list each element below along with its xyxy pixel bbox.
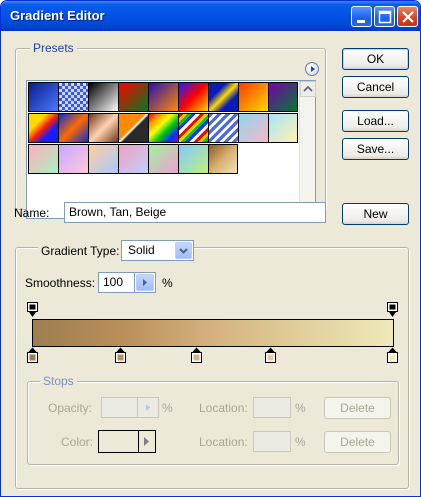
close-icon xyxy=(402,11,414,23)
opacity-unit: % xyxy=(162,401,173,415)
color-stop-icon xyxy=(387,347,398,363)
color-stop-icon xyxy=(115,347,126,363)
color-stop[interactable] xyxy=(191,347,202,366)
color-location-label: Location: xyxy=(199,435,248,449)
gradient-type-select[interactable]: Solid xyxy=(121,240,194,261)
opacity-label: Opacity: xyxy=(48,401,93,415)
color-stop[interactable] xyxy=(27,347,38,366)
preset-swatch[interactable] xyxy=(268,82,298,112)
play-arrow-icon xyxy=(144,437,149,446)
preset-swatch[interactable] xyxy=(58,113,88,143)
preset-swatch[interactable] xyxy=(178,113,208,143)
gradient-type-value: Solid xyxy=(128,243,155,257)
smoothness-unit: % xyxy=(162,276,173,290)
preset-swatch[interactable] xyxy=(208,144,238,174)
smoothness-input[interactable]: 100 xyxy=(98,272,135,293)
presets-scrollbar[interactable] xyxy=(299,81,316,218)
preset-swatch[interactable] xyxy=(28,82,58,112)
preset-swatch[interactable] xyxy=(238,113,268,143)
opacity-stop-icon xyxy=(27,302,38,317)
window-title: Gradient Editor xyxy=(10,8,105,23)
preset-swatch[interactable] xyxy=(58,82,88,112)
opacity-slider-button[interactable] xyxy=(137,397,159,418)
color-location-unit: % xyxy=(295,435,306,449)
maximize-icon xyxy=(378,10,392,24)
preset-swatch[interactable] xyxy=(238,82,268,112)
color-menu-button[interactable] xyxy=(138,431,155,452)
preset-swatch[interactable] xyxy=(148,82,178,112)
opacity-location-label: Location: xyxy=(199,401,248,415)
preset-swatch[interactable] xyxy=(88,82,118,112)
close-button[interactable] xyxy=(397,6,418,27)
name-label: Name: xyxy=(14,206,50,220)
save-button[interactable]: Save... xyxy=(342,138,409,160)
opacity-stop-icon xyxy=(387,302,398,317)
opacity-input[interactable] xyxy=(101,397,138,418)
preset-swatch[interactable] xyxy=(88,144,118,174)
preset-swatch[interactable] xyxy=(118,144,148,174)
preset-swatch[interactable] xyxy=(208,113,238,143)
presets-group: Presets xyxy=(15,41,326,219)
preset-swatch[interactable] xyxy=(208,82,238,112)
preset-swatch[interactable] xyxy=(178,82,208,112)
load-button[interactable]: Load... xyxy=(342,110,409,132)
preset-swatch[interactable] xyxy=(268,113,298,143)
color-delete-button[interactable]: Delete xyxy=(324,431,391,453)
gradient-type-label: Gradient Type: xyxy=(38,244,123,258)
presets-title: Presets xyxy=(30,41,77,55)
color-stop[interactable] xyxy=(387,347,398,366)
chevron-down-icon xyxy=(179,248,188,254)
color-stop-swatch[interactable] xyxy=(98,430,156,453)
smoothness-slider-button[interactable] xyxy=(134,272,156,293)
smoothness-label: Smoothness: xyxy=(25,276,96,290)
preset-swatch[interactable] xyxy=(28,144,58,174)
preset-swatch[interactable] xyxy=(118,113,148,143)
arrow-up-icon xyxy=(303,85,313,92)
preset-swatch[interactable] xyxy=(148,113,178,143)
gradient-editor-window: Gradient Editor Presets OK Cancel Load..… xyxy=(0,0,421,497)
cancel-button[interactable]: Cancel xyxy=(342,76,409,98)
preset-swatch[interactable] xyxy=(178,144,208,174)
play-arrow-icon xyxy=(146,404,150,411)
ok-button[interactable]: OK xyxy=(342,48,409,70)
stops-title: Stops xyxy=(40,374,77,388)
name-input[interactable]: Brown, Tan, Beige xyxy=(64,202,326,223)
color-label: Color: xyxy=(61,435,94,449)
dropdown-button[interactable] xyxy=(175,242,192,259)
title-bar[interactable]: Gradient Editor xyxy=(1,1,420,31)
gradient-preview-bar[interactable] xyxy=(32,319,394,347)
opacity-location-input[interactable] xyxy=(253,397,291,418)
color-stop-icon xyxy=(27,347,38,363)
presets-list[interactable] xyxy=(26,80,316,219)
preset-swatch[interactable] xyxy=(148,144,178,174)
play-arrow-icon xyxy=(143,279,147,286)
color-stop[interactable] xyxy=(265,347,276,366)
color-stop-icon xyxy=(191,347,202,363)
swatch-grid xyxy=(28,82,300,175)
maximize-button[interactable] xyxy=(374,6,395,27)
color-stop-icon xyxy=(265,347,276,363)
new-button[interactable]: New xyxy=(342,203,409,225)
preset-swatch[interactable] xyxy=(28,113,58,143)
opacity-delete-button[interactable]: Delete xyxy=(324,397,391,419)
color-location-input[interactable] xyxy=(253,431,291,452)
minimize-button[interactable] xyxy=(351,6,372,27)
presets-menu-button[interactable] xyxy=(305,62,319,76)
preset-swatch[interactable] xyxy=(118,82,148,112)
scroll-up-button[interactable] xyxy=(300,81,316,97)
dialog-body: Presets OK Cancel Load... Save... Name: … xyxy=(4,31,417,495)
opacity-location-unit: % xyxy=(295,401,306,415)
minimize-icon xyxy=(357,20,365,23)
preset-swatch[interactable] xyxy=(58,144,88,174)
smoothness-arrow xyxy=(136,274,154,291)
play-circle-icon xyxy=(311,66,315,72)
preset-swatch[interactable] xyxy=(88,113,118,143)
color-stop[interactable] xyxy=(115,347,126,366)
